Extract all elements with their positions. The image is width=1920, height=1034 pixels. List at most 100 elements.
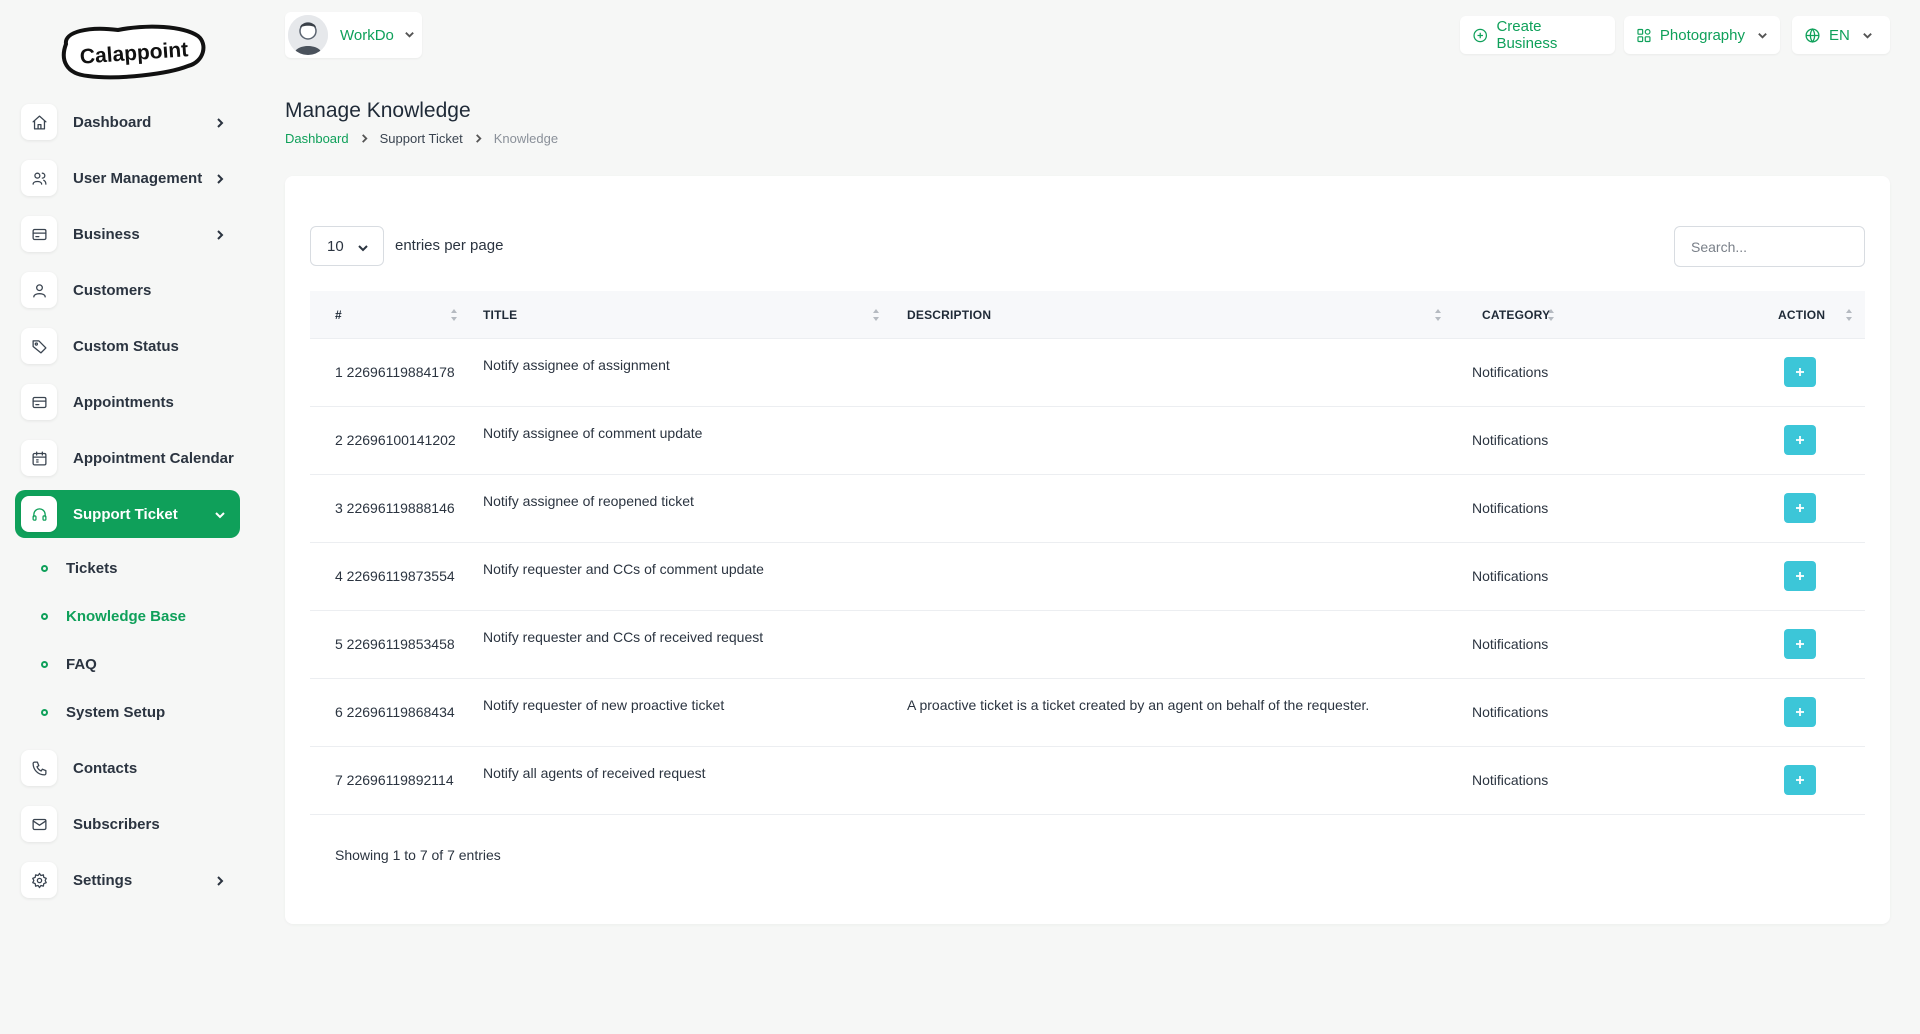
column-header-description[interactable]: DESCRIPTION: [907, 308, 991, 322]
row-title: Notify requester of new proactive ticket: [483, 697, 725, 713]
entries-per-page-label: entries per page: [395, 237, 504, 254]
organization-name: WorkDo: [340, 26, 394, 44]
add-button[interactable]: [1784, 357, 1816, 387]
sidebar-item-contacts[interactable]: Contacts: [15, 744, 240, 792]
row-number: 3 22696119888146: [335, 500, 455, 516]
entries-per-page-select[interactable]: 10: [310, 226, 384, 266]
sidebar-item-label: Support Ticket: [73, 505, 178, 523]
user-icon: [21, 272, 57, 308]
grid-icon: [1637, 28, 1651, 42]
page-title: Manage Knowledge: [285, 99, 471, 122]
search-input[interactable]: [1674, 226, 1865, 267]
chevron-right-icon: [214, 228, 226, 240]
table-row: 5 22696119853458 Notify requester and CC…: [310, 611, 1865, 679]
row-category: Notifications: [1472, 704, 1549, 720]
row-number: 6 22696119868434: [335, 704, 455, 720]
row-title: Notify all agents of received request: [483, 765, 706, 781]
pagination-info: Showing 1 to 7 of 7 entries: [335, 847, 501, 863]
sidebar-subitem-label: System Setup: [66, 703, 166, 721]
bullet-icon: [41, 708, 48, 716]
breadcrumb-support-ticket[interactable]: Support Ticket: [380, 131, 463, 146]
sidebar: Calappoint Dashboard User Management Bus…: [0, 0, 256, 1034]
sidebar-item-label: Appointment Calendar: [73, 449, 234, 467]
sidebar-subitem-faq[interactable]: FAQ: [15, 640, 240, 688]
sort-icon[interactable]: [1547, 308, 1555, 322]
avatar: [288, 15, 328, 55]
plus-icon: [1796, 572, 1804, 580]
table-row: 1 22696119884178 Notify assignee of assi…: [310, 339, 1865, 407]
home-icon: [21, 104, 57, 140]
sort-icon[interactable]: [1845, 308, 1853, 322]
sidebar-item-label: Customers: [73, 281, 152, 299]
chevron-down-icon: [404, 27, 415, 44]
sidebar-subitem-knowledge-base[interactable]: Knowledge Base: [15, 592, 240, 640]
row-category: Notifications: [1472, 432, 1549, 448]
sidebar-item-business[interactable]: Business: [15, 210, 240, 258]
sidebar-subitem-system-setup[interactable]: System Setup: [15, 688, 240, 736]
breadcrumb-dashboard[interactable]: Dashboard: [285, 131, 349, 146]
chevron-down-icon: [214, 508, 226, 520]
table-row: 4 22696119873554 Notify requester and CC…: [310, 543, 1865, 611]
bullet-icon: [41, 612, 48, 620]
breadcrumb-knowledge: Knowledge: [493, 131, 559, 146]
plus-icon: [1796, 640, 1804, 648]
knowledge-table-card: 10 entries per page # TITLE DESCRIPTION …: [285, 176, 1890, 924]
sidebar-subitem-tickets[interactable]: Tickets: [15, 544, 240, 592]
sidebar-nav: Dashboard User Management Business Custo…: [15, 98, 240, 912]
sidebar-item-label: User Management: [73, 169, 203, 187]
row-category: Notifications: [1472, 772, 1549, 788]
plus-icon: [1796, 776, 1804, 784]
add-button[interactable]: [1784, 425, 1816, 455]
table-row: 3 22696119888146 Notify assignee of reop…: [310, 475, 1865, 543]
sort-icon[interactable]: [1434, 308, 1442, 322]
chevron-right-icon: [214, 172, 226, 184]
create-business-label: Create Business: [1496, 18, 1558, 52]
sidebar-item-support-ticket[interactable]: Support Ticket: [15, 490, 240, 538]
column-header-number[interactable]: #: [335, 308, 342, 322]
mail-icon: [21, 806, 57, 842]
breadcrumb: Dashboard Support Ticket Knowledge: [285, 131, 558, 146]
sidebar-item-label: Custom Status: [73, 337, 179, 355]
add-button[interactable]: [1784, 561, 1816, 591]
brand-logo[interactable]: Calappoint: [58, 22, 208, 84]
calendar-icon: [21, 440, 57, 476]
add-button[interactable]: [1784, 493, 1816, 523]
row-title: Notify requester and CCs of comment upda…: [483, 561, 764, 577]
row-title: Notify assignee of assignment: [483, 357, 670, 373]
organization-switcher[interactable]: WorkDo: [285, 12, 422, 58]
row-number: 4 22696119873554: [335, 568, 455, 584]
sidebar-item-appointments[interactable]: Appointments: [15, 378, 240, 426]
card-icon: [21, 384, 57, 420]
sidebar-item-label: Dashboard: [73, 113, 152, 131]
sidebar-item-settings[interactable]: Settings: [15, 856, 240, 904]
globe-icon: [1805, 27, 1820, 43]
tag-icon: [21, 328, 57, 364]
row-title: Notify assignee of reopened ticket: [483, 493, 694, 509]
column-header-title[interactable]: TITLE: [483, 308, 517, 322]
add-button[interactable]: [1784, 697, 1816, 727]
create-business-button[interactable]: Create Business: [1460, 16, 1615, 54]
row-category: Notifications: [1472, 636, 1549, 652]
row-number: 1 22696119884178: [335, 364, 455, 380]
add-button[interactable]: [1784, 765, 1816, 795]
plus-circle-icon: [1473, 28, 1488, 42]
chevron-right-icon: [360, 134, 369, 143]
column-header-category[interactable]: CATEGORY: [1482, 308, 1550, 322]
language-value: EN: [1829, 26, 1850, 44]
sort-icon[interactable]: [450, 308, 458, 322]
sidebar-item-custom-status[interactable]: Custom Status: [15, 322, 240, 370]
row-description: A proactive ticket is a ticket created b…: [907, 697, 1370, 713]
language-select[interactable]: EN: [1792, 16, 1890, 54]
add-button[interactable]: [1784, 629, 1816, 659]
sort-icon[interactable]: [872, 308, 880, 322]
sidebar-item-appointment-calendar[interactable]: Appointment Calendar: [15, 434, 240, 482]
sidebar-item-label: Appointments: [73, 393, 174, 411]
sidebar-item-user-management[interactable]: User Management: [15, 154, 240, 202]
row-number: 2 22696100141202: [335, 432, 456, 448]
sidebar-item-customers[interactable]: Customers: [15, 266, 240, 314]
chevron-right-icon: [474, 134, 483, 143]
sidebar-item-subscribers[interactable]: Subscribers: [15, 800, 240, 848]
business-select[interactable]: Photography: [1624, 16, 1780, 54]
sidebar-item-dashboard[interactable]: Dashboard: [15, 98, 240, 146]
chevron-right-icon: [214, 116, 226, 128]
